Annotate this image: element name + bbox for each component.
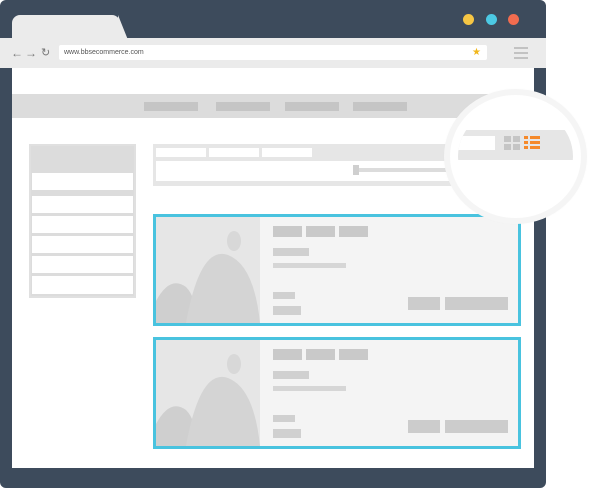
- nav-item-1[interactable]: [144, 102, 198, 111]
- magnifier-content: [458, 105, 573, 208]
- maximize-dot-icon[interactable]: [486, 14, 497, 25]
- nav-item-2[interactable]: [216, 102, 270, 111]
- grid-view-icon[interactable]: [504, 136, 520, 150]
- title-block: [306, 349, 335, 360]
- arrow-left-icon[interactable]: ←: [11, 46, 23, 60]
- add-to-cart-button[interactable]: [445, 297, 508, 310]
- sort-tab[interactable]: [156, 148, 206, 157]
- nav-item-4[interactable]: [353, 102, 407, 111]
- meta-block: [273, 429, 301, 438]
- title-block: [273, 349, 302, 360]
- image-placeholder-icon: [156, 340, 260, 446]
- wishlist-button[interactable]: [408, 420, 440, 433]
- browser-window: ← → ↻ www.bbsecommerce.com ★: [0, 0, 601, 495]
- description-line: [273, 386, 346, 391]
- title-block: [339, 226, 368, 237]
- sort-tab[interactable]: [262, 148, 312, 157]
- address-bar[interactable]: www.bbsecommerce.com: [59, 45, 487, 60]
- sidebar-item[interactable]: [32, 236, 133, 253]
- meta-block: [273, 292, 295, 299]
- meta-block: [273, 415, 295, 422]
- nav-item-3[interactable]: [285, 102, 339, 111]
- sidebar-item[interactable]: [32, 256, 133, 273]
- slider-handle-min[interactable]: [353, 165, 359, 175]
- sidebar-item[interactable]: [32, 276, 133, 294]
- add-to-cart-button[interactable]: [445, 420, 508, 433]
- arrow-right-icon[interactable]: →: [25, 46, 37, 60]
- wishlist-button[interactable]: [408, 297, 440, 310]
- address-bar-text: www.bbsecommerce.com: [64, 49, 144, 56]
- reload-icon[interactable]: ↻: [41, 46, 50, 60]
- close-dot-icon[interactable]: [508, 14, 519, 25]
- sidebar-item[interactable]: [32, 196, 133, 213]
- price-block: [273, 248, 309, 256]
- price-block: [273, 371, 309, 379]
- sidebar-item[interactable]: [32, 216, 133, 233]
- list-view-icon[interactable]: [524, 136, 540, 150]
- title-block: [273, 226, 302, 237]
- hamburger-icon[interactable]: [514, 47, 528, 59]
- sidebar-item[interactable]: [32, 173, 133, 190]
- title-block: [306, 226, 335, 237]
- title-block: [339, 349, 368, 360]
- minimize-dot-icon[interactable]: [463, 14, 474, 25]
- description-line: [273, 263, 346, 268]
- image-placeholder-icon: [156, 217, 260, 323]
- site-nav: [12, 94, 534, 118]
- star-icon[interactable]: ★: [472, 45, 481, 60]
- meta-block: [273, 306, 301, 315]
- sort-tab[interactable]: [209, 148, 259, 157]
- site-header: [12, 68, 534, 94]
